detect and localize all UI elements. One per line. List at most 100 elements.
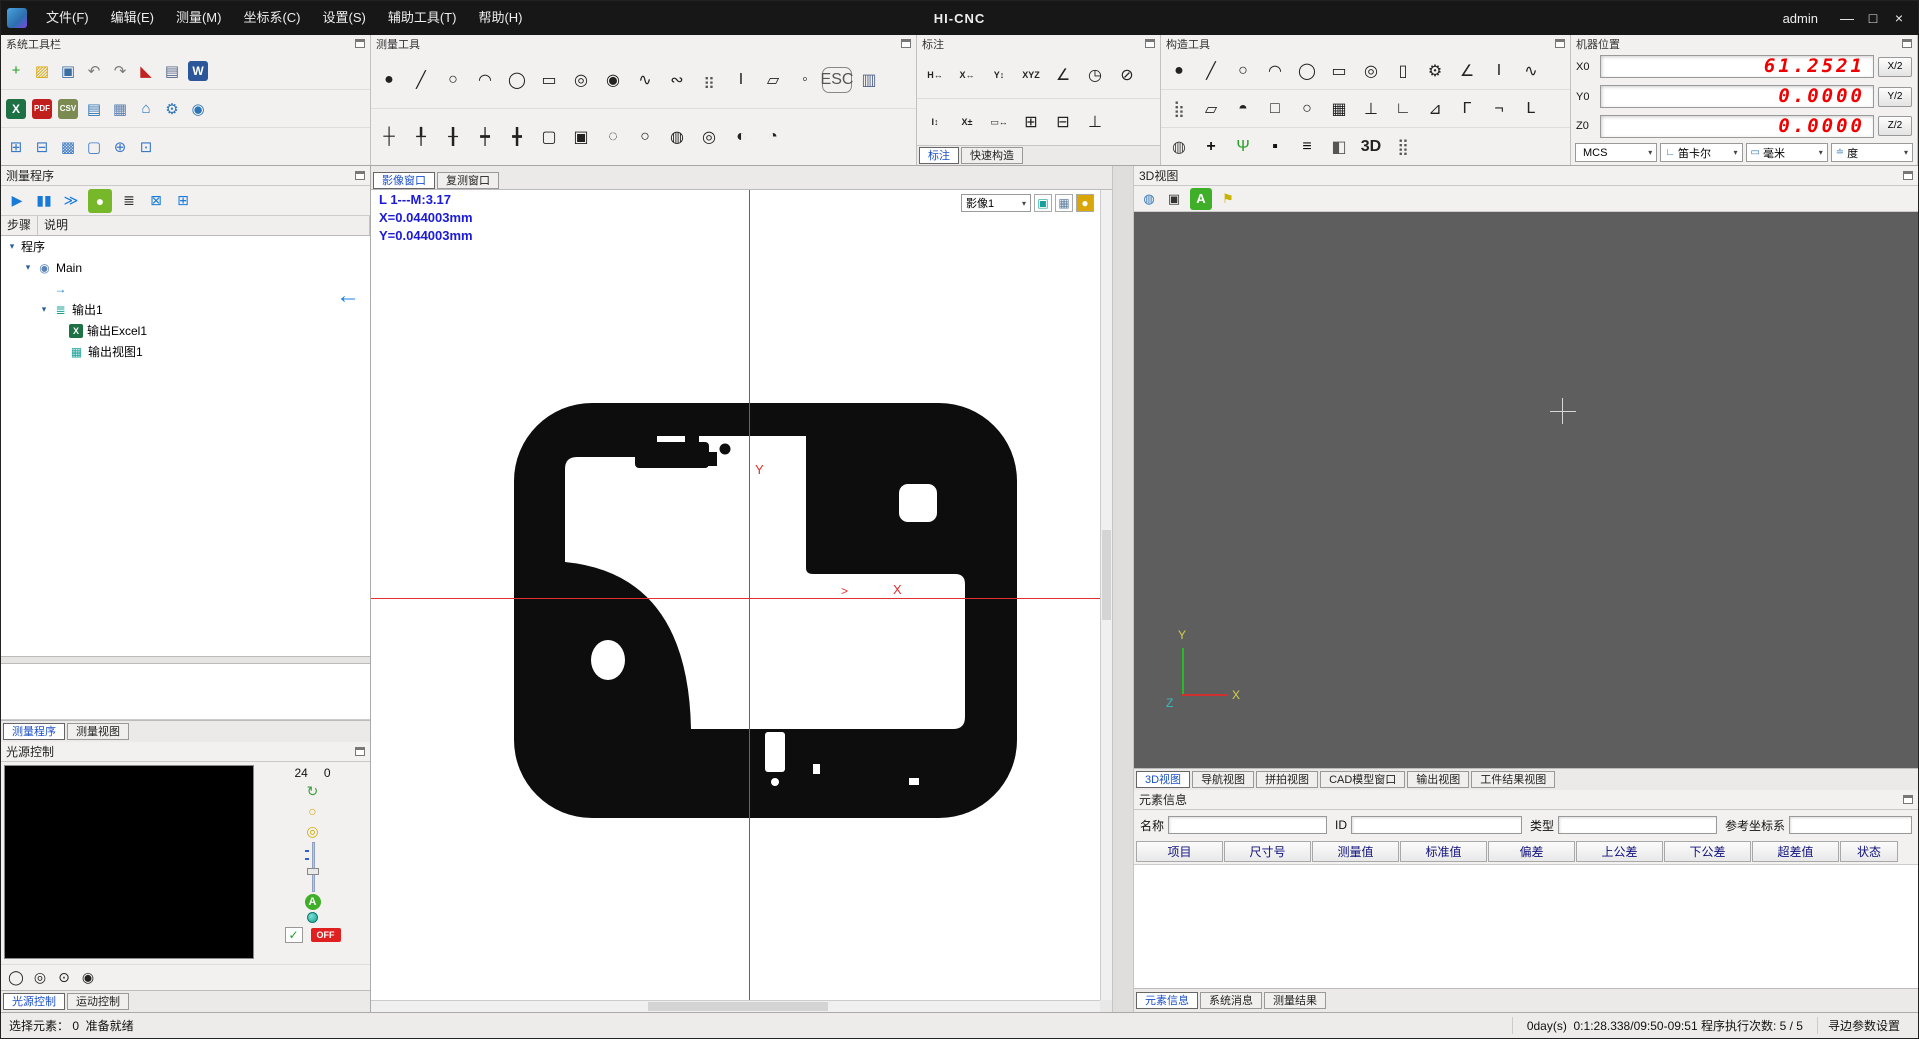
ring-dot-light-icon[interactable]: ◎ (304, 822, 322, 840)
construct-curve-icon[interactable]: ∿ (1516, 58, 1546, 84)
tree-node[interactable]: ▾ 程序 (1, 236, 370, 257)
menubar-item[interactable]: 编辑(E) (100, 1, 165, 35)
fit-view-icon[interactable]: ▣ (1034, 194, 1052, 212)
menubar-item[interactable]: 测量(M) (165, 1, 233, 35)
construct-arc-icon[interactable]: ◠ (1260, 58, 1290, 84)
tab-light-control[interactable]: 光源控制 (3, 993, 65, 1010)
construct-gear-icon[interactable]: ⚙ (1420, 58, 1450, 84)
construct-point-icon[interactable]: ● (1164, 58, 1194, 84)
tab-cad-model[interactable]: CAD模型窗口 (1320, 771, 1405, 788)
perpendicularity-icon[interactable]: ⊥ (1080, 109, 1110, 135)
construct-angle-icon[interactable]: ∠ (1452, 58, 1482, 84)
dim-angle-icon[interactable]: ∠ (1048, 62, 1078, 88)
display-icon[interactable]: ▣ (1163, 188, 1185, 210)
auto-light-button[interactable]: A (305, 894, 321, 910)
plane-tool-icon[interactable]: ▱ (758, 67, 788, 93)
column-header-button[interactable]: 测量值 (1312, 841, 1399, 862)
measure-grid-icon[interactable]: ▦ (1055, 194, 1073, 212)
column-header-button[interactable]: 偏差 (1488, 841, 1575, 862)
jump-back-arrow-icon[interactable]: ← (336, 284, 360, 308)
dim-width-icon[interactable]: H↔ (920, 62, 950, 88)
tab-output-view[interactable]: 输出视图 (1407, 771, 1469, 788)
ring-outer-icon[interactable]: ◎ (31, 969, 49, 987)
layout-target-icon[interactable]: ⊕ (108, 135, 132, 159)
column-header-button[interactable]: 尺寸号 (1224, 841, 1311, 862)
lamp-icon[interactable] (307, 912, 318, 923)
step-button[interactable]: ≫ (59, 189, 83, 213)
tab-system-message[interactable]: 系统消息 (1200, 992, 1262, 1009)
layout-mosaic-icon[interactable]: ▩ (56, 135, 80, 159)
expander-icon[interactable]: ▾ (23, 262, 33, 273)
column-header-button[interactable]: 状态 (1840, 841, 1898, 862)
tab-stitch-view[interactable]: 拼拍视图 (1256, 771, 1318, 788)
construct-offset-icon[interactable]: ¬ (1484, 96, 1514, 122)
capture-rect-icon[interactable]: ▢ (534, 124, 564, 150)
construct-line-icon[interactable]: ╱ (1196, 58, 1226, 84)
construct-corner-icon[interactable]: ∟ (1388, 96, 1418, 122)
esc-key-icon[interactable]: ESC (822, 67, 852, 93)
window-layout-icon[interactable]: ▦ (108, 97, 132, 121)
probe-icon[interactable]: Ψ (1228, 134, 1258, 160)
tree-node[interactable]: ▾ ≣ 输出1 (1, 299, 370, 320)
capture-circle2-icon[interactable]: ○ (630, 124, 660, 150)
tab-quick-construct[interactable]: 快速构造 (961, 147, 1023, 164)
tab-annotate[interactable]: 标注 (919, 147, 959, 164)
camera-icon[interactable]: ◉ (186, 97, 210, 121)
capture-circle4-icon[interactable]: ◎ (694, 124, 724, 150)
ring-middle-icon[interactable]: ⊙ (55, 969, 73, 987)
horizontal-scrollbar[interactable] (371, 1000, 1100, 1012)
undo-icon[interactable]: ↶ (82, 59, 106, 83)
menubar-item[interactable]: 辅助工具(T) (377, 1, 468, 35)
tab-image-window[interactable]: 影像窗口 (373, 172, 435, 189)
column-header-button[interactable]: 超差值 (1752, 841, 1839, 862)
line-tool-icon[interactable]: ╱ (406, 67, 436, 93)
z-half-button[interactable]: Z/2 (1878, 116, 1912, 136)
layout-button[interactable]: ⊞ (171, 189, 195, 213)
camera-select[interactable]: 影像1 ▾ (961, 194, 1031, 212)
column-header-button[interactable]: 标准值 (1400, 841, 1487, 862)
tab-measure-program[interactable]: 测量程序 (3, 723, 65, 740)
id-input[interactable] (1351, 816, 1522, 834)
print-icon[interactable]: ▤ (82, 97, 106, 121)
close-button[interactable]: × (1886, 5, 1912, 31)
pin-icon[interactable] (355, 171, 365, 180)
construct-rect-icon[interactable]: ▭ (1324, 58, 1354, 84)
construct-frame-icon[interactable]: Γ (1452, 96, 1482, 122)
construct-film-icon[interactable]: ▦ (1324, 96, 1354, 122)
concentric-tool-icon[interactable]: ◉ (598, 67, 628, 93)
move-icon[interactable]: + (1196, 134, 1226, 160)
dim-xyz-icon[interactable]: XYZ (1016, 62, 1046, 88)
open-folder-icon[interactable]: ▨ (30, 59, 54, 83)
focus-cross4-icon[interactable]: ┿ (470, 124, 500, 150)
dim-dx-icon[interactable]: X± (952, 109, 982, 135)
light-off-button[interactable]: OFF (311, 928, 341, 942)
pin-icon[interactable] (355, 39, 365, 48)
ellipse-tool-icon[interactable]: ◯ (502, 67, 532, 93)
pin-icon[interactable] (1145, 39, 1155, 48)
column-header-button[interactable]: 下公差 (1664, 841, 1751, 862)
maximize-button[interactable]: □ (1860, 5, 1886, 31)
home-icon[interactable]: ⌂ (134, 97, 158, 121)
construct-triangle-icon[interactable]: ⊿ (1420, 96, 1450, 122)
csv-export-icon[interactable]: CSV (58, 99, 78, 119)
coordinate-system-select[interactable]: MCS ▾ (1575, 143, 1657, 162)
circle-tool-icon[interactable]: ○ (438, 67, 468, 93)
construct-axis-icon[interactable]: L (1516, 96, 1546, 122)
pause-button[interactable]: ▮▮ (32, 189, 56, 213)
menubar-item[interactable]: 设置(S) (312, 1, 377, 35)
focus-cross2-icon[interactable]: ╀ (406, 124, 436, 150)
pin-icon[interactable] (355, 747, 365, 756)
panel-splitter[interactable] (1112, 166, 1134, 1012)
expander-icon[interactable]: ▾ (39, 304, 49, 315)
image-canvas[interactable]: Y X > L 1---M:3.17 X=0.044003mm Y=0.0440… (371, 190, 1112, 1012)
list-display-icon[interactable]: ≡ (1292, 134, 1322, 160)
pin-icon[interactable] (1902, 39, 1912, 48)
x-half-button[interactable]: X/2 (1878, 57, 1912, 77)
spline-tool-icon[interactable]: ∾ (662, 67, 692, 93)
construct-slot-icon[interactable]: ▯ (1388, 58, 1418, 84)
menubar-item[interactable]: 坐标系(C) (232, 1, 311, 35)
curve-tool-icon[interactable]: ∿ (630, 67, 660, 93)
ring-tool-icon[interactable]: ◎ (566, 67, 596, 93)
run-button[interactable]: ▶ (5, 189, 29, 213)
ref-frame-input[interactable] (1789, 816, 1912, 834)
